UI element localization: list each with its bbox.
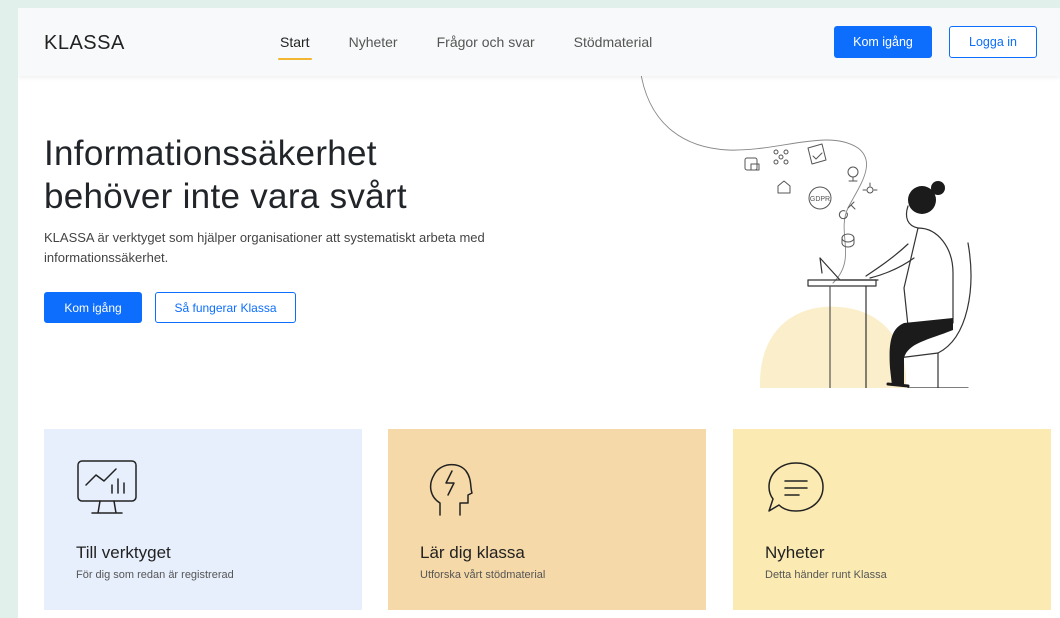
nav-item-start[interactable]: Start — [278, 8, 312, 76]
security-icons-cluster: GDPR — [744, 143, 878, 248]
site-logo[interactable]: KLASSA — [44, 32, 125, 55]
card-subtitle: För dig som redan är registrerad — [76, 569, 234, 581]
main-nav: Start Nyheter Frågor och svar Stödmateri… — [278, 8, 691, 76]
card-news[interactable]: Nyheter Detta händer runt Klassa — [733, 429, 1051, 610]
card-subtitle: Utforska vårt stödmaterial — [420, 569, 546, 581]
monitor-chart-icon — [77, 460, 137, 514]
card-title: Till verktyget — [76, 543, 171, 562]
card-title: Nyheter — [765, 543, 825, 562]
hero-title: Informationssäkerhet behöver inte vara s… — [44, 132, 564, 218]
card-title: Lär dig klassa — [420, 543, 525, 562]
card-subtitle: Detta händer runt Klassa — [765, 569, 887, 581]
hero-illustration: GDPR — [639, 68, 972, 388]
how-it-works-button[interactable]: Så fungerar Klassa — [155, 292, 296, 323]
header-get-started-button[interactable]: Kom igång — [834, 26, 932, 58]
card-learn[interactable]: Lär dig klassa Utforska vårt stödmateria… — [388, 429, 706, 610]
speech-bubble-icon — [768, 462, 824, 512]
head-lightning-icon — [429, 463, 473, 516]
site-header: KLASSA Start Nyheter Frågor och svar Stö… — [18, 8, 1060, 76]
hero-title-line-2: behöver inte vara svårt — [44, 177, 407, 216]
login-button[interactable]: Logga in — [949, 26, 1037, 58]
hero-get-started-button[interactable]: Kom igång — [44, 292, 142, 323]
card-tool[interactable]: Till verktyget För dig som redan är regi… — [44, 429, 362, 610]
hero-lead: KLASSA är verktyget som hjälper organisa… — [44, 230, 485, 265]
nav-item-nyheter[interactable]: Nyheter — [349, 8, 398, 76]
page: KLASSA Start Nyheter Frågor och svar Stö… — [18, 8, 1060, 618]
hero-title-line-1: Informationssäkerhet — [44, 134, 377, 173]
gdpr-badge-text: GDPR — [810, 196, 830, 203]
nav-item-stodmaterial[interactable]: Stödmaterial — [574, 8, 653, 76]
nav-item-fragor-och-svar[interactable]: Frågor och svar — [437, 8, 535, 76]
